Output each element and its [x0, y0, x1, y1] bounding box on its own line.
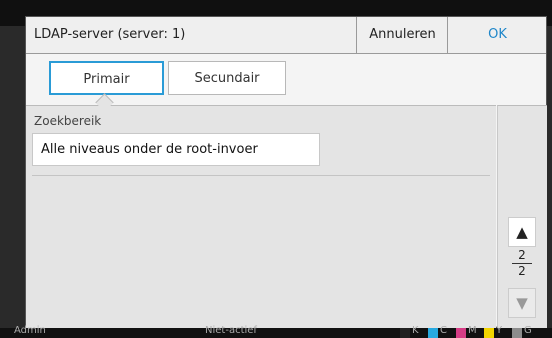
- ink-label: G: [524, 325, 532, 336]
- ink-swatch: [456, 328, 466, 338]
- ink-swatch: [512, 328, 522, 338]
- tab-primair[interactable]: Primair: [49, 61, 164, 95]
- ink-swatch: [428, 328, 438, 338]
- ink-label: M: [468, 325, 477, 336]
- page-up-button[interactable]: ▲: [508, 217, 536, 247]
- current-page: 2: [518, 248, 526, 262]
- ink-swatch: [484, 328, 494, 338]
- dialog-header: LDAP-server (server: 1) Annuleren OK: [26, 17, 546, 54]
- ink-label: K: [412, 325, 419, 336]
- background-left: [0, 26, 26, 338]
- cancel-button[interactable]: Annuleren: [356, 17, 448, 53]
- search-scope-field[interactable]: Alle niveaus onder de root-invoer: [32, 133, 320, 166]
- tab-secundair[interactable]: Secundair: [168, 61, 286, 95]
- ok-button[interactable]: OK: [447, 17, 547, 53]
- machine-status: Niet-actief: [205, 325, 257, 336]
- arrow-up-icon: ▲: [516, 223, 528, 241]
- divider: [32, 175, 490, 176]
- page-down-button[interactable]: ▼: [508, 288, 536, 318]
- page-indicator: 2 2: [508, 249, 536, 278]
- page-scroller: ▲ 2 2 ▼: [497, 105, 547, 328]
- ink-label: C: [440, 325, 447, 336]
- ink-label: Y: [496, 325, 503, 336]
- status-bar: Admin Niet-actief K C M Y G: [0, 325, 552, 338]
- total-pages: 2: [518, 264, 526, 278]
- search-scope-label: Zoekbereik: [34, 114, 102, 128]
- ink-swatch: [400, 328, 410, 338]
- settings-panel: Zoekbereik Alle niveaus onder de root-in…: [26, 105, 496, 328]
- arrow-down-icon: ▼: [516, 294, 528, 312]
- ldap-dialog: LDAP-server (server: 1) Annuleren OK Pri…: [25, 16, 547, 328]
- user-label: Admin: [14, 325, 46, 336]
- dialog-title: LDAP-server (server: 1): [34, 27, 186, 42]
